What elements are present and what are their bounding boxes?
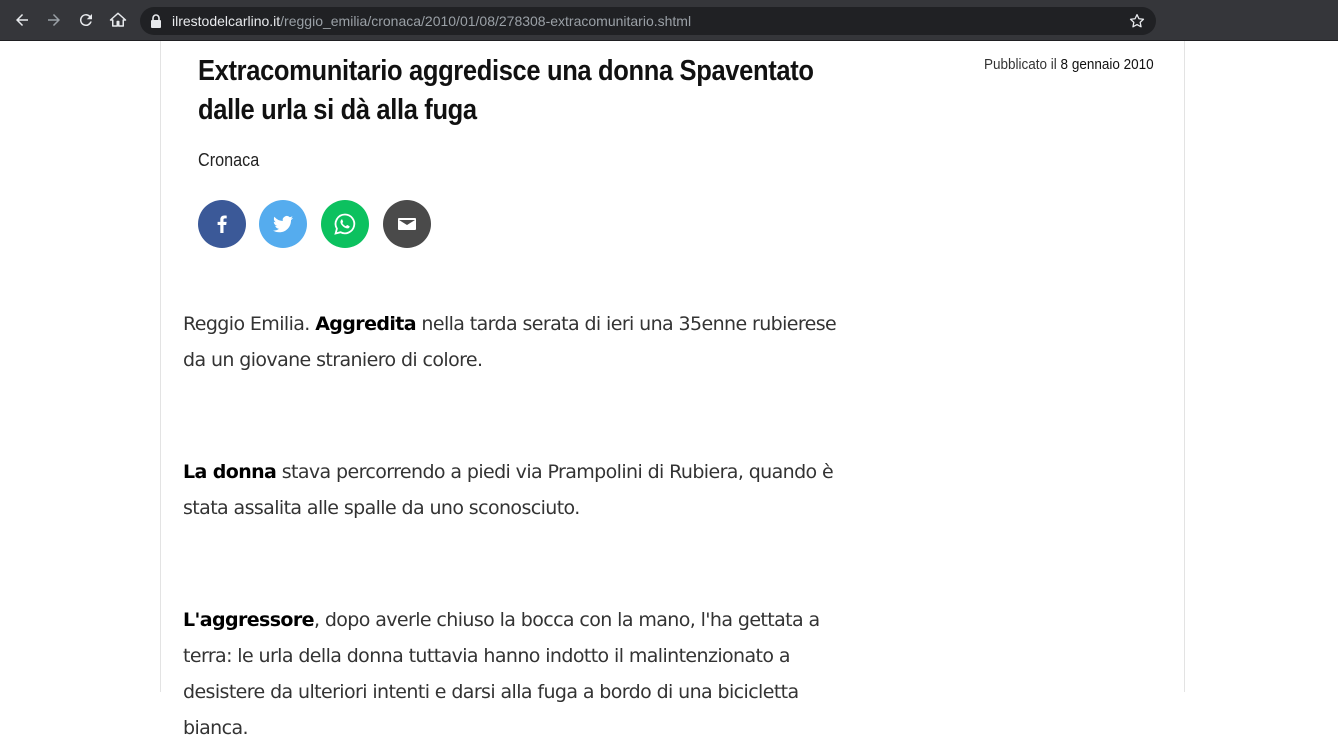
address-bar[interactable]: ilrestodelcarlino.it/reggio_emilia/crona… [140, 7, 1156, 35]
publish-info: Pubblicato il 8 gennaio 2010 [984, 56, 1154, 73]
url-text: ilrestodelcarlino.it/reggio_emilia/crona… [172, 13, 691, 29]
share-twitter-button[interactable] [259, 200, 307, 248]
browser-toolbar: ilrestodelcarlino.it/reggio_emilia/crona… [0, 0, 1338, 41]
published-label: Pubblicato il [984, 56, 1057, 73]
back-button[interactable] [10, 8, 34, 32]
url-host: ilrestodelcarlino.it [172, 13, 281, 29]
paragraph-lead: Aggredita [315, 313, 416, 335]
twitter-icon [273, 215, 293, 233]
published-date: 8 gennaio 2010 [1060, 56, 1154, 73]
article-paragraph-2: La donna stava percorrendo a piedi via P… [183, 454, 863, 526]
forward-button[interactable] [42, 8, 66, 32]
share-whatsapp-button[interactable] [321, 200, 369, 248]
share-email-button[interactable] [383, 200, 431, 248]
arrow-left-icon [16, 14, 28, 26]
arrow-right-icon [48, 14, 60, 26]
whatsapp-icon [334, 213, 356, 235]
reload-button[interactable] [74, 8, 98, 32]
url-path: /reggio_emilia/cronaca/2010/01/08/278308… [280, 13, 692, 29]
paragraph-text: Reggio Emilia. [183, 313, 316, 335]
share-facebook-button[interactable] [198, 200, 246, 248]
lock-icon [151, 14, 161, 28]
facebook-icon [217, 215, 227, 233]
article-title: Extracomunitario aggredisce una donna Sp… [198, 55, 814, 126]
mail-icon [398, 218, 416, 230]
section-link[interactable]: Cronaca [198, 150, 259, 171]
home-button[interactable] [106, 8, 130, 32]
article-paragraph-1: Reggio Emilia. Aggredita nella tarda ser… [183, 306, 863, 378]
reload-icon [79, 14, 92, 27]
paragraph-lead: L'aggressore [183, 609, 315, 631]
article-paragraph-3: L'aggressore, dopo averle chiuso la bocc… [183, 602, 863, 746]
home-icon [109, 12, 127, 27]
bookmark-star-icon[interactable] [1128, 12, 1146, 30]
paragraph-lead: La donna [183, 461, 277, 483]
paragraph-text: stava percorrendo a piedi via Prampolini… [183, 461, 834, 519]
